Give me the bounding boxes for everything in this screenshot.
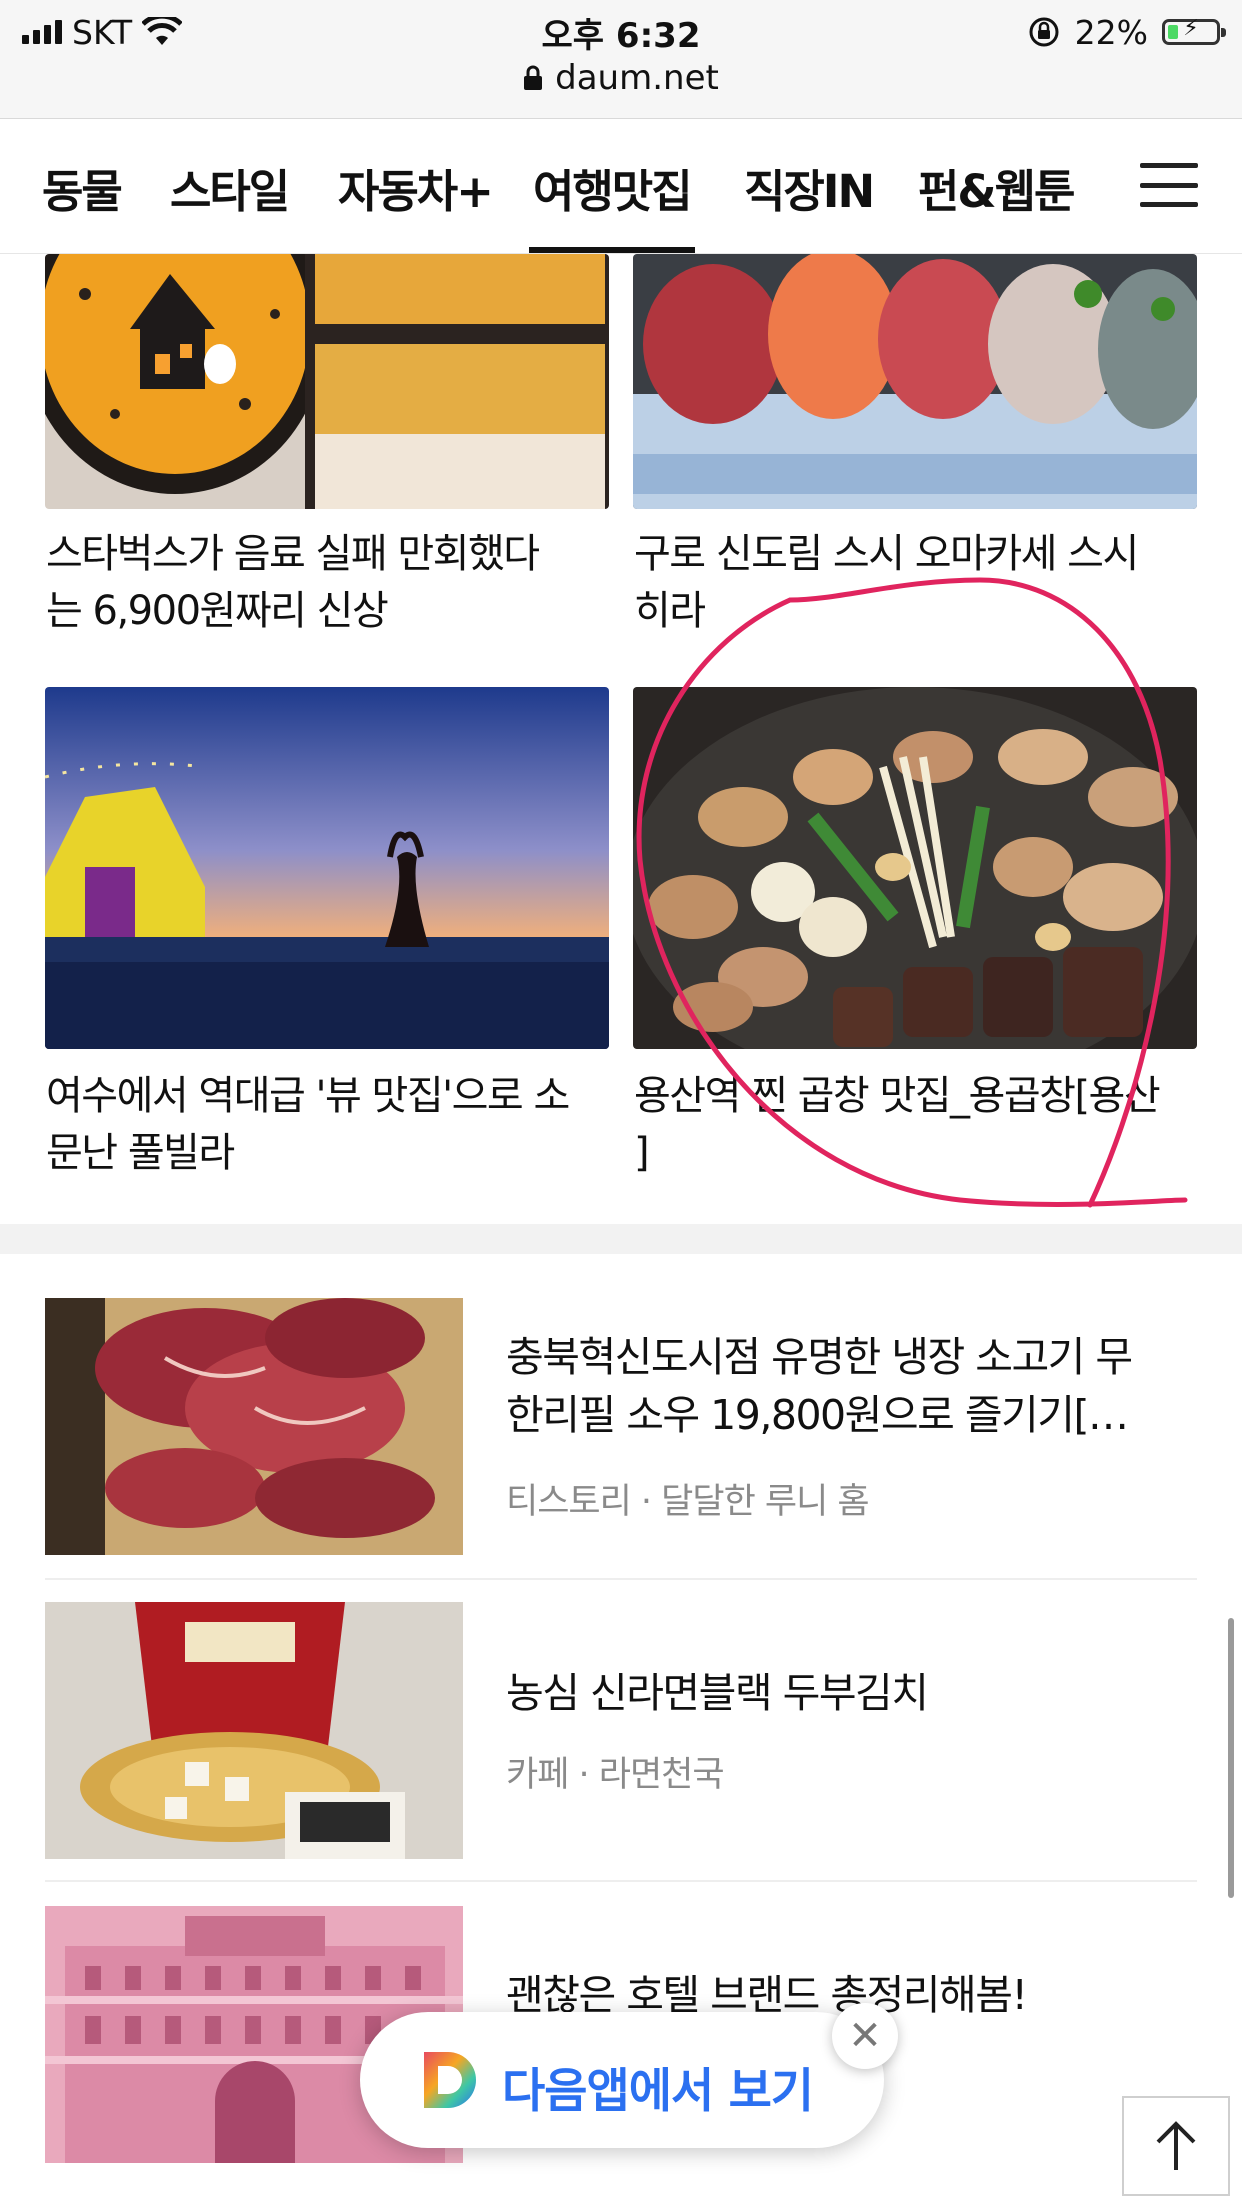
battery-percent: 22% (1074, 12, 1148, 52)
status-right: 22% ⚡ (1027, 10, 1226, 54)
scroll-to-top-button[interactable] (1122, 2096, 1230, 2196)
list-title-line: 농심 신라면블랙 두부김치 (506, 1669, 929, 1717)
list-image-ramen[interactable] (45, 1602, 463, 1859)
open-in-app-label: 다음앱에서 보기 (502, 2064, 814, 2119)
card-title-line: 는 6,900원짜리 신상 (46, 588, 389, 634)
list-title-line: 충북혁신도시점 유명한 냉장 소고기 무 (506, 1333, 1133, 1381)
tab-work[interactable]: 직장IN (744, 155, 875, 220)
menu-icon[interactable] (1140, 163, 1198, 207)
arrow-up-icon (1156, 2121, 1196, 2170)
daum-logo-icon (424, 2052, 476, 2108)
card-title-yeosu[interactable]: 여수에서 역대급 '뷰 맛집'으로 소 문난 풀빌라 (46, 1068, 616, 1182)
url-text: daum.net (555, 58, 719, 98)
list-title-ramen[interactable]: 농심 신라면블랙 두부김치 (506, 1664, 1186, 1722)
tab-travel-food[interactable]: 여행맛집 (529, 155, 695, 253)
list-source: 티스토리 · 달달한 루니 홈 (506, 1482, 870, 1522)
tab-cars[interactable]: 자동차+ (338, 155, 494, 220)
list-title-beef[interactable]: 충북혁신도시점 유명한 냉장 소고기 무 한리필 소우 19,800원으로 즐기… (506, 1328, 1186, 1444)
battery-icon: ⚡ (1162, 16, 1226, 45)
section-divider (0, 1224, 1242, 1254)
card-image-starbucks[interactable] (45, 254, 609, 509)
list-divider (45, 1880, 1197, 1882)
scrollbar[interactable] (1228, 1618, 1234, 1898)
card-image-sushi[interactable] (633, 254, 1197, 509)
open-in-app-banner[interactable]: 다음앱에서 보기 (360, 2012, 884, 2148)
list-source: 카페 · 라면천국 (506, 1755, 725, 1795)
card-title-starbucks[interactable]: 스타벅스가 음료 실패 만회했다 는 6,900원짜리 신상 (46, 526, 616, 640)
address-bar[interactable]: daum.net (0, 58, 1242, 98)
lock-icon (524, 65, 543, 90)
status-bar: SKT 오후 6:32 daum.net 22% ⚡ (0, 0, 1242, 119)
card-image-yeosu[interactable] (45, 687, 609, 1049)
card-title-line: 스타벅스가 음료 실패 만회했다 (46, 531, 540, 577)
tab-style[interactable]: 스타일 (170, 155, 290, 220)
rotation-lock-icon (1029, 17, 1059, 47)
list-image-beef[interactable] (45, 1298, 463, 1555)
category-tabs: 동물 스타일 자동차+ 여행맛집 직장IN 펀&웹툰 (0, 119, 1242, 254)
annotation-circle (636, 577, 1188, 1208)
close-banner-button[interactable]: ✕ (832, 2003, 898, 2069)
list-title-line: 한리필 소우 19,800원으로 즐기기[… (506, 1391, 1129, 1439)
list-divider (45, 1578, 1197, 1580)
card-title-line: 여수에서 역대급 '뷰 맛집'으로 소 (46, 1073, 570, 1119)
tab-animals[interactable]: 동물 (42, 155, 123, 220)
tab-fun-webtoon[interactable]: 펀&웹툰 (918, 155, 1075, 220)
close-icon: ✕ (848, 2013, 882, 2059)
card-title-line: 문난 풀빌라 (46, 1130, 235, 1176)
